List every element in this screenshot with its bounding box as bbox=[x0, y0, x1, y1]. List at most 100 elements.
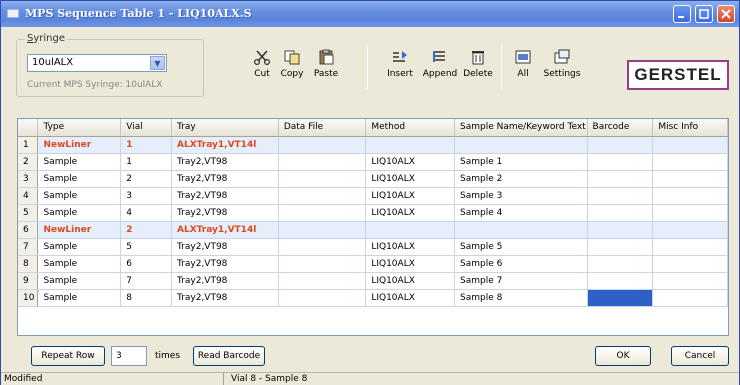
cell-method[interactable]: LIQ10ALX bbox=[365, 289, 455, 307]
cell-misc-info[interactable] bbox=[652, 153, 728, 171]
cell-barcode[interactable] bbox=[587, 221, 654, 239]
table-row[interactable]: 3 Sample 2 Tray2,VT98 LIQ10ALX Sample 2 bbox=[18, 170, 728, 188]
cell-tray[interactable]: Tray2,VT98 bbox=[171, 255, 279, 273]
cell-type[interactable]: Sample bbox=[37, 170, 122, 188]
cancel-button[interactable]: Cancel bbox=[671, 346, 729, 366]
col-header-data-file[interactable]: Data File bbox=[278, 119, 367, 137]
cell-data-file[interactable] bbox=[278, 238, 367, 256]
cell-misc-info[interactable] bbox=[652, 187, 728, 205]
cell-method[interactable]: LIQ10ALX bbox=[365, 170, 455, 188]
cell-data-file[interactable] bbox=[278, 221, 367, 239]
cut-button[interactable]: Cut bbox=[249, 49, 275, 79]
repeat-count-input[interactable]: 3 bbox=[111, 346, 147, 366]
cell-sample-name[interactable]: Sample 4 bbox=[454, 204, 588, 222]
cell-tray[interactable]: Tray2,VT98 bbox=[171, 272, 279, 290]
cell-method[interactable]: LIQ10ALX bbox=[365, 272, 455, 290]
cell-tray[interactable]: Tray2,VT98 bbox=[171, 204, 279, 222]
col-header-misc-info[interactable]: Misc Info bbox=[652, 119, 728, 137]
table-row[interactable]: 5 Sample 4 Tray2,VT98 LIQ10ALX Sample 4 bbox=[18, 204, 728, 222]
cell-barcode[interactable] bbox=[587, 153, 654, 171]
col-header-sample-name[interactable]: Sample Name/Keyword Text bbox=[454, 119, 588, 137]
col-header-barcode[interactable]: Barcode bbox=[587, 119, 654, 137]
table-row[interactable]: 2 Sample 1 Tray2,VT98 LIQ10ALX Sample 1 bbox=[18, 153, 728, 171]
append-button[interactable]: Append bbox=[422, 49, 458, 79]
cell-type[interactable]: Sample bbox=[37, 187, 122, 205]
minimize-button[interactable] bbox=[673, 5, 691, 23]
cell-sample-name[interactable]: Sample 3 bbox=[454, 187, 588, 205]
cell-misc-info[interactable] bbox=[652, 272, 728, 290]
cell-type[interactable]: Sample bbox=[37, 272, 122, 290]
cell-type[interactable]: Sample bbox=[37, 238, 122, 256]
cell-misc-info[interactable] bbox=[652, 255, 728, 273]
paste-button[interactable]: Paste bbox=[309, 49, 343, 79]
cell-sample-name[interactable] bbox=[454, 221, 588, 239]
cell-data-file[interactable] bbox=[278, 255, 367, 273]
cell-barcode-selected[interactable] bbox=[587, 289, 654, 307]
col-header-tray[interactable]: Tray bbox=[171, 119, 279, 137]
cell-data-file[interactable] bbox=[278, 136, 367, 154]
table-row[interactable]: 4 Sample 3 Tray2,VT98 LIQ10ALX Sample 3 bbox=[18, 187, 728, 205]
cell-type[interactable]: Sample bbox=[37, 204, 122, 222]
copy-button[interactable]: Copy bbox=[277, 49, 307, 79]
cell-sample-name[interactable]: Sample 8 bbox=[454, 289, 588, 307]
cell-vial[interactable]: 8 bbox=[120, 289, 172, 307]
cell-method[interactable]: LIQ10ALX bbox=[365, 153, 455, 171]
cell-tray[interactable]: ALXTray1,VT14l bbox=[171, 136, 279, 154]
cell-tray[interactable]: ALXTray1,VT14l bbox=[171, 221, 279, 239]
table-row[interactable]: 1 NewLiner 1 ALXTray1,VT14l bbox=[18, 136, 728, 154]
cell-sample-name[interactable] bbox=[454, 136, 588, 154]
sequence-table[interactable]: Type Vial Tray Data File Method Sample N… bbox=[17, 118, 729, 336]
cell-vial[interactable]: 1 bbox=[120, 136, 172, 154]
delete-button[interactable]: Delete bbox=[461, 49, 495, 79]
cell-method[interactable]: LIQ10ALX bbox=[365, 255, 455, 273]
cell-vial[interactable]: 1 bbox=[120, 153, 172, 171]
cell-barcode[interactable] bbox=[587, 204, 654, 222]
cell-vial[interactable]: 6 bbox=[120, 255, 172, 273]
cell-barcode[interactable] bbox=[587, 170, 654, 188]
cell-tray[interactable]: Tray2,VT98 bbox=[171, 153, 279, 171]
table-row[interactable]: 7 Sample 5 Tray2,VT98 LIQ10ALX Sample 5 bbox=[18, 238, 728, 256]
insert-button[interactable]: Insert bbox=[385, 49, 415, 79]
cell-data-file[interactable] bbox=[278, 272, 367, 290]
cell-type[interactable]: NewLiner bbox=[37, 221, 122, 239]
cell-vial[interactable]: 2 bbox=[120, 221, 172, 239]
cell-misc-info[interactable] bbox=[652, 289, 728, 307]
maximize-button[interactable] bbox=[695, 5, 713, 23]
repeat-row-button[interactable]: Repeat Row bbox=[31, 346, 105, 366]
cell-misc-info[interactable] bbox=[652, 221, 728, 239]
read-barcode-button[interactable]: Read Barcode bbox=[193, 346, 265, 366]
cell-sample-name[interactable]: Sample 2 bbox=[454, 170, 588, 188]
close-button[interactable] bbox=[717, 5, 735, 23]
table-row[interactable]: 6 NewLiner 2 ALXTray1,VT14l bbox=[18, 221, 728, 239]
cell-sample-name[interactable]: Sample 7 bbox=[454, 272, 588, 290]
cell-data-file[interactable] bbox=[278, 204, 367, 222]
syringe-select[interactable]: 10ulALX ▼ bbox=[27, 54, 167, 72]
cell-type[interactable]: NewLiner bbox=[37, 136, 122, 154]
cell-tray[interactable]: Tray2,VT98 bbox=[171, 187, 279, 205]
cell-tray[interactable]: Tray2,VT98 bbox=[171, 289, 279, 307]
cell-barcode[interactable] bbox=[587, 272, 654, 290]
cell-tray[interactable]: Tray2,VT98 bbox=[171, 170, 279, 188]
table-row[interactable]: 8 Sample 6 Tray2,VT98 LIQ10ALX Sample 6 bbox=[18, 255, 728, 273]
cell-data-file[interactable] bbox=[278, 170, 367, 188]
cell-barcode[interactable] bbox=[587, 136, 654, 154]
cell-method[interactable]: LIQ10ALX bbox=[365, 238, 455, 256]
cell-vial[interactable]: 5 bbox=[120, 238, 172, 256]
cell-method[interactable] bbox=[365, 136, 455, 154]
table-row[interactable]: 10 Sample 8 Tray2,VT98 LIQ10ALX Sample 8 bbox=[18, 289, 728, 307]
cell-sample-name[interactable]: Sample 5 bbox=[454, 238, 588, 256]
cell-sample-name[interactable]: Sample 6 bbox=[454, 255, 588, 273]
cell-type[interactable]: Sample bbox=[37, 255, 122, 273]
cell-type[interactable]: Sample bbox=[37, 289, 122, 307]
cell-data-file[interactable] bbox=[278, 153, 367, 171]
settings-button[interactable]: Settings bbox=[541, 49, 583, 79]
cell-type[interactable]: Sample bbox=[37, 153, 122, 171]
cell-method[interactable]: LIQ10ALX bbox=[365, 187, 455, 205]
cell-method[interactable]: LIQ10ALX bbox=[365, 204, 455, 222]
cell-vial[interactable]: 4 bbox=[120, 204, 172, 222]
col-header-vial[interactable]: Vial bbox=[120, 119, 172, 137]
cell-barcode[interactable] bbox=[587, 238, 654, 256]
cell-tray[interactable]: Tray2,VT98 bbox=[171, 238, 279, 256]
cell-data-file[interactable] bbox=[278, 187, 367, 205]
table-row[interactable]: 9 Sample 7 Tray2,VT98 LIQ10ALX Sample 7 bbox=[18, 272, 728, 290]
